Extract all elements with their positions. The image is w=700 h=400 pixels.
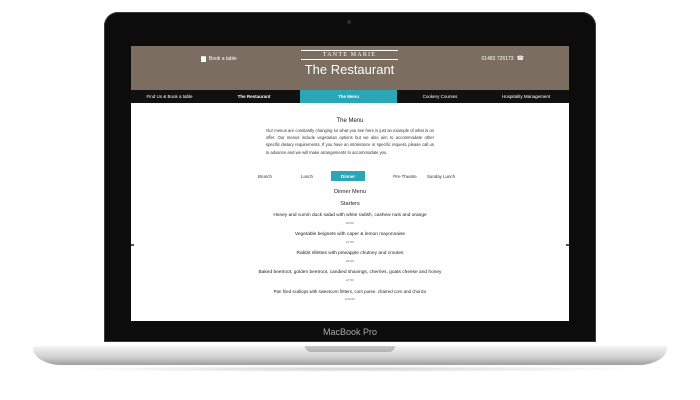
phone-number[interactable]: 01483 726173 ☎: [481, 55, 524, 63]
tab-lunch[interactable]: Lunch: [290, 171, 324, 181]
logo-title: The Restaurant: [304, 62, 395, 77]
dish-name: Pan fried scallops with sweetcorn fritte…: [273, 289, 427, 294]
browser-screen: Book a table TANTE MARIE The Restaurant …: [131, 46, 569, 321]
page-title: The Menu: [336, 118, 364, 124]
scroll-indicator-left: [131, 244, 134, 246]
phone-label: 01483 726173: [481, 56, 514, 62]
dish-item: Honey and cumin duck salad with white ra…: [131, 213, 569, 225]
dish-name: Vegetable beignets with caper & lemon ma…: [294, 232, 406, 237]
camera-icon: [347, 20, 351, 24]
nav-item-menu[interactable]: The Menu: [300, 90, 397, 103]
dish-price: £7.00: [346, 240, 354, 244]
dish-item: Vegetable beignets with caper & lemon ma…: [131, 232, 569, 244]
book-table-label: Book a table: [209, 56, 237, 62]
logo-tagline: TANTE MARIE: [301, 50, 398, 60]
dish-item: Baked beetroot, golden beetroot, candied…: [131, 270, 569, 282]
site-header: Book a table TANTE MARIE The Restaurant …: [131, 46, 569, 90]
dish-name: Rabbit rillettes with pineapple chutney …: [296, 251, 404, 256]
dish-item: Rabbit rillettes with pineapple chutney …: [131, 251, 569, 263]
restaurant-logo[interactable]: TANTE MARIE The Restaurant: [301, 50, 398, 78]
nav-item-hospitality[interactable]: Hospitality Management: [483, 90, 569, 103]
menu-tabs: Brunch Lunch Dinner Pre-Theatre Sunday L…: [131, 171, 569, 181]
main-nav: Find Us & Book a table The Restaurant Th…: [131, 90, 569, 103]
calendar-icon: [201, 56, 206, 62]
laptop-shadow: [60, 366, 640, 372]
phone-icon: ☎: [516, 55, 524, 62]
dish-item: Pan fried scallops with sweetcorn fritte…: [131, 289, 569, 301]
dish-price: £7.50: [346, 278, 354, 282]
laptop-notch: [305, 346, 395, 352]
nav-item-cookery-courses[interactable]: Cookery Courses: [397, 90, 483, 103]
dish-price: £6.50: [346, 259, 354, 263]
tab-sunday-lunch[interactable]: Sunday Lunch: [419, 171, 463, 181]
scroll-indicator-right: [566, 244, 569, 246]
dish-price: £6.50: [346, 221, 354, 225]
nav-item-restaurant[interactable]: The Restaurant: [208, 90, 300, 103]
book-table-link[interactable]: Book a table: [201, 56, 237, 62]
dish-price: £10.50: [345, 297, 355, 301]
nav-item-find-us[interactable]: Find Us & Book a table: [131, 90, 208, 103]
menu-intro-text: Our menus are constantly changing so wha…: [266, 128, 434, 155]
dish-name: Honey and cumin duck salad with white ra…: [273, 213, 427, 218]
tab-dinner[interactable]: Dinner: [331, 171, 365, 181]
tab-brunch[interactable]: Brunch: [249, 171, 281, 181]
laptop-brand-label: MacBook Pro: [322, 327, 378, 337]
section-title: Dinner Menu: [333, 189, 367, 195]
dish-name: Baked beetroot, golden beetroot, candied…: [258, 270, 442, 275]
course-title: Starters: [340, 201, 360, 207]
